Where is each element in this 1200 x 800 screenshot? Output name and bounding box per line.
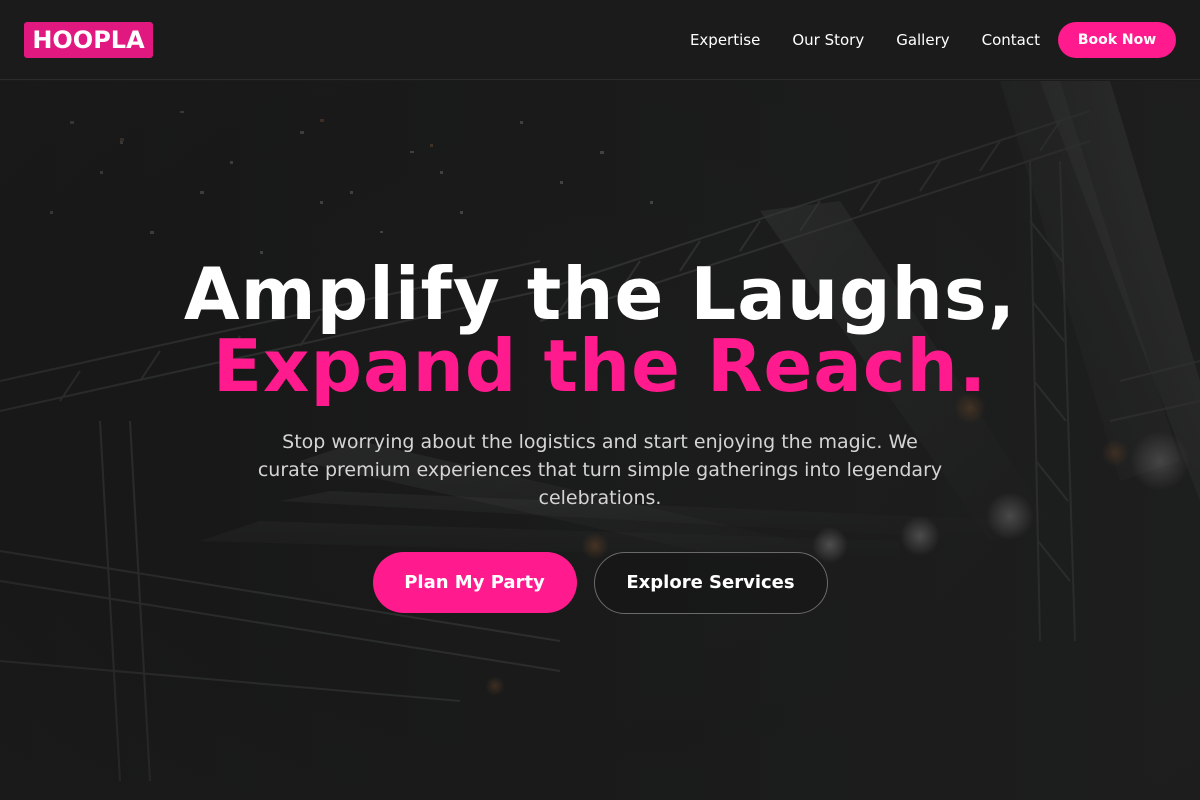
nav-link-gallery[interactable]: Gallery (896, 31, 949, 49)
book-now-button[interactable]: Book Now (1058, 22, 1176, 58)
brand-logo[interactable]: HOOPLA (24, 22, 153, 58)
headline-line-2: Expand the Reach. (212, 324, 988, 408)
nav-link-our-story[interactable]: Our Story (792, 31, 864, 49)
landing-page: HOOPLA Expertise Our Story Gallery Conta… (0, 0, 1200, 800)
hero-subtitle: Stop worrying about the logistics and st… (257, 431, 943, 509)
nav-link-contact[interactable]: Contact (982, 31, 1040, 49)
nav-links: Expertise Our Story Gallery Contact (690, 0, 1040, 80)
nav-link-expertise[interactable]: Expertise (690, 31, 760, 49)
hero-section: Amplify the Laughs, Expand the Reach. St… (0, 258, 1200, 614)
top-navbar: HOOPLA Expertise Our Story Gallery Conta… (0, 0, 1200, 80)
hero-cta-row: Plan My Party Explore Services (0, 552, 1200, 614)
headline-line-1: Amplify the Laughs, (183, 252, 1017, 336)
explore-services-button[interactable]: Explore Services (593, 552, 828, 614)
hero-headline: Amplify the Laughs, Expand the Reach. (0, 258, 1200, 402)
plan-my-party-button[interactable]: Plan My Party (372, 552, 577, 613)
